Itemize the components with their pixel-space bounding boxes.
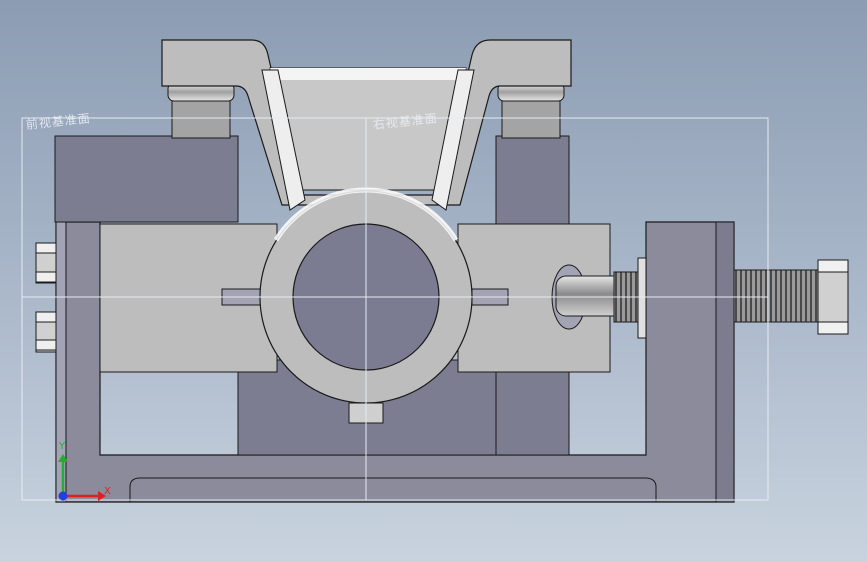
y-axis-label: Y bbox=[59, 441, 66, 452]
model-drawing bbox=[21, 39, 849, 503]
x-axis-label: X bbox=[104, 486, 111, 497]
left-bolt-bottom[interactable] bbox=[35, 311, 57, 353]
cad-viewport[interactable]: 前视基准面 右视基准面 X Y bbox=[0, 0, 867, 562]
left-bolt-top[interactable] bbox=[35, 242, 57, 284]
left-upper-block[interactable] bbox=[54, 135, 239, 223]
